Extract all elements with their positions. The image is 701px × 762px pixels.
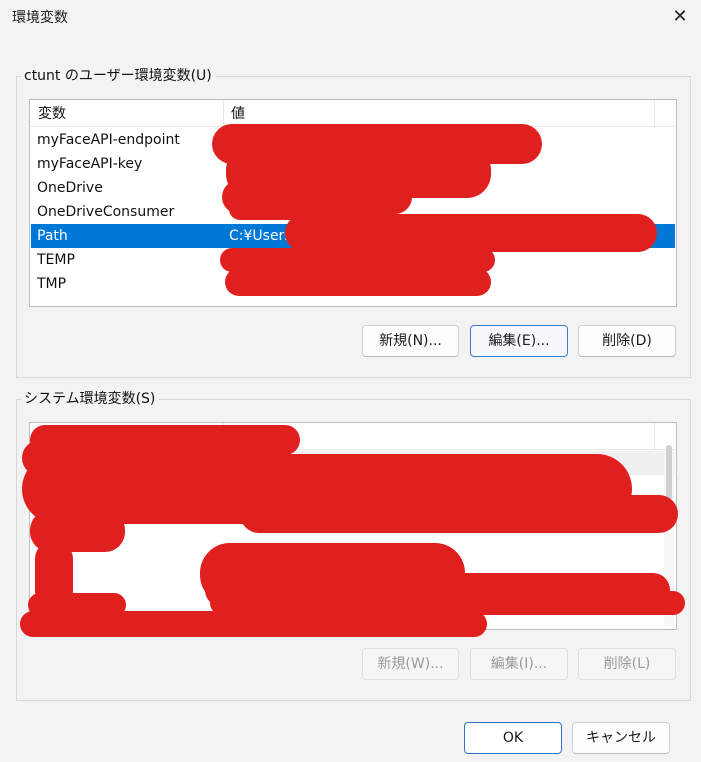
redaction-mark bbox=[225, 268, 491, 296]
user-new-button[interactable]: 新規(N)... bbox=[362, 325, 459, 357]
redaction-mark bbox=[20, 611, 487, 637]
column-header-variable[interactable]: 変数 bbox=[30, 100, 223, 126]
user-edit-button[interactable]: 編集(E)... bbox=[470, 325, 568, 357]
dialog-title: 環境変数 bbox=[12, 10, 68, 26]
system-edit-button[interactable]: 編集(I)... bbox=[470, 648, 568, 680]
scrollbar-thumb[interactable] bbox=[666, 445, 672, 500]
variable-name: TEMP bbox=[37, 252, 75, 268]
variable-name: TMP bbox=[37, 276, 67, 292]
ok-button[interactable]: OK bbox=[464, 722, 562, 754]
cancel-button[interactable]: キャンセル bbox=[572, 722, 670, 754]
system-new-button[interactable]: 新規(W)... bbox=[362, 648, 459, 680]
system-variables-title: システム環境変数(S) bbox=[22, 390, 160, 408]
list-header: 変数 値 bbox=[30, 100, 676, 127]
close-button[interactable]: ✕ bbox=[667, 4, 693, 30]
system-delete-button[interactable]: 削除(L) bbox=[578, 648, 676, 680]
column-header-value[interactable]: 値 bbox=[223, 100, 653, 126]
variable-name: myFaceAPI-endpoint bbox=[37, 132, 180, 148]
variable-name: Path bbox=[37, 228, 68, 244]
variable-name: OneDriveConsumer bbox=[37, 204, 175, 220]
column-separator[interactable] bbox=[654, 100, 655, 126]
environment-variables-dialog: 環境変数 ✕ ctunt のユーザー環境変数(U) 変数 値 myFaceAPI… bbox=[0, 0, 701, 762]
user-delete-button[interactable]: 削除(D) bbox=[578, 325, 676, 357]
close-icon: ✕ bbox=[672, 6, 688, 27]
variable-name: OneDrive bbox=[37, 180, 103, 196]
user-variables-title: ctunt のユーザー環境変数(U) bbox=[22, 67, 216, 85]
column-separator[interactable] bbox=[654, 423, 655, 449]
variable-name: myFaceAPI-key bbox=[37, 156, 143, 172]
redaction-mark bbox=[285, 214, 657, 252]
redaction-mark bbox=[240, 495, 678, 533]
